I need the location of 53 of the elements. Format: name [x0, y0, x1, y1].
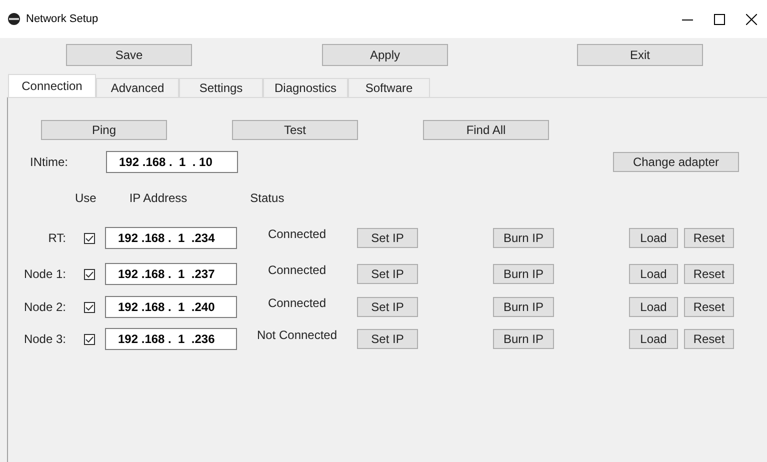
status-text: Connected	[266, 296, 328, 310]
row-button[interactable]: Burn IP	[493, 297, 554, 317]
row-button[interactable]: Reset	[684, 329, 734, 349]
column-header: IP Address	[129, 191, 188, 205]
checkbox[interactable]	[84, 334, 95, 344]
row-button[interactable]: Set IP	[357, 264, 418, 284]
ip-field[interactable]: 192 .168 . 1 .234	[105, 227, 237, 249]
app-icon	[8, 13, 20, 25]
tab[interactable]: Connection	[8, 74, 96, 97]
field-label: INtime:	[30, 155, 70, 169]
row-button[interactable]: Reset	[684, 264, 734, 284]
status-text: Connected	[266, 263, 328, 277]
action-button[interactable]: Ping	[41, 120, 167, 140]
status-text: Connected	[266, 227, 328, 241]
column-header: Use	[75, 191, 96, 205]
column-header: Status	[250, 191, 284, 205]
row-label: Node 1:	[22, 267, 66, 281]
row-button[interactable]: Load	[629, 264, 678, 284]
window-title: Network Setup	[26, 13, 98, 25]
row-button[interactable]: Set IP	[357, 297, 418, 317]
close-icon[interactable]	[746, 14, 756, 24]
ip-field[interactable]: 192 .168 . 1 . 10	[106, 151, 238, 173]
row-button[interactable]: Load	[629, 228, 678, 248]
tab[interactable]: Diagnostics	[263, 78, 348, 97]
row-label: Node 3:	[22, 332, 66, 346]
row-button[interactable]: Burn IP	[493, 329, 554, 349]
toolbar-button[interactable]: Apply	[322, 44, 448, 66]
ip-field[interactable]: 192 .168 . 1 .236	[105, 328, 237, 350]
checkbox[interactable]	[84, 268, 95, 280]
row-button[interactable]: Load	[629, 329, 678, 349]
row-label: Node 2:	[22, 300, 66, 314]
row-button[interactable]: Load	[629, 297, 678, 317]
row-button[interactable]: Burn IP	[493, 264, 554, 284]
toolbar-button[interactable]: Save	[66, 44, 192, 66]
action-button[interactable]: Find All	[423, 120, 549, 140]
toolbar-button[interactable]: Exit	[577, 44, 703, 66]
ip-field[interactable]: 192 .168 . 1 .237	[105, 263, 237, 285]
row-button[interactable]: Reset	[684, 228, 734, 248]
change-adapter-button[interactable]: Change adapter	[613, 152, 739, 172]
maximize-icon[interactable]	[714, 14, 724, 24]
action-button[interactable]: Test	[232, 120, 358, 140]
row-label: RT:	[47, 231, 66, 245]
checkbox[interactable]	[84, 302, 95, 312]
ip-field[interactable]: 192 .168 . 1 .240	[105, 296, 237, 318]
status-text: Not Connected	[256, 328, 338, 342]
checkbox[interactable]	[84, 232, 95, 244]
row-button[interactable]: Reset	[684, 297, 734, 317]
tab[interactable]: Advanced	[96, 78, 179, 97]
row-button[interactable]: Burn IP	[493, 228, 554, 248]
tab[interactable]: Settings	[179, 78, 263, 97]
row-button[interactable]: Set IP	[357, 228, 418, 248]
tab[interactable]: Software	[348, 78, 430, 97]
row-button[interactable]: Set IP	[357, 329, 418, 349]
